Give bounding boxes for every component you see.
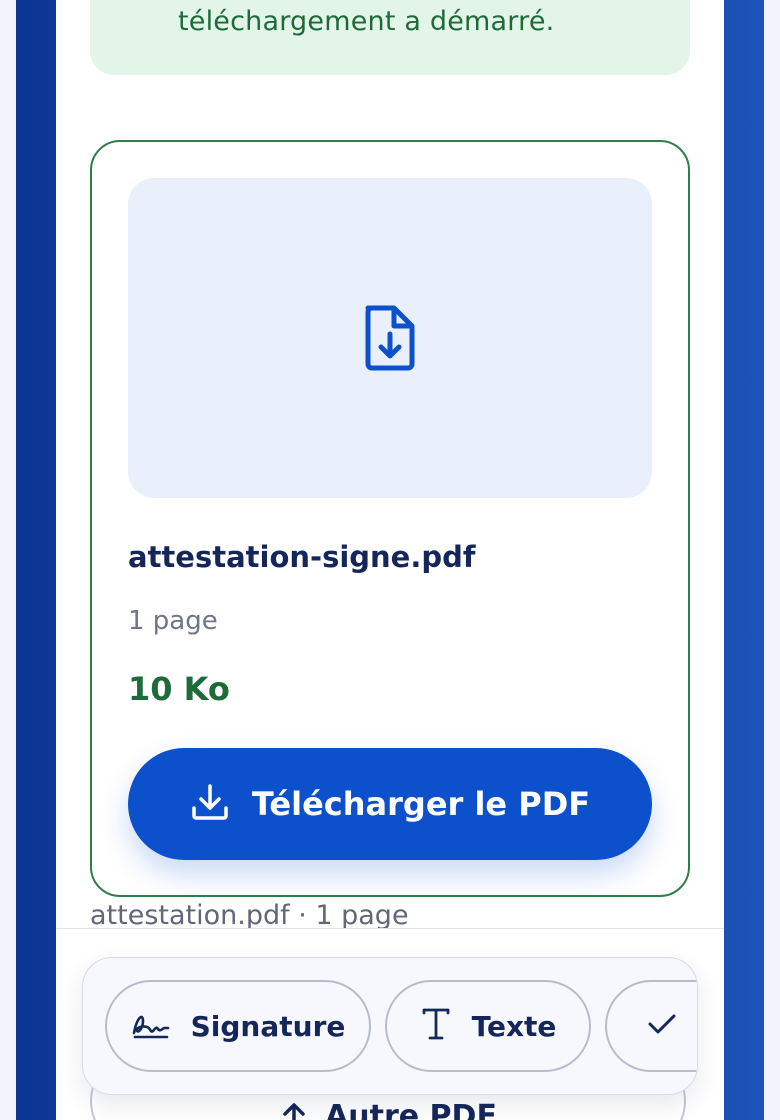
text-tool-label: Texte — [471, 1009, 557, 1043]
success-banner: téléchargement a démarré. — [90, 0, 690, 75]
check-icon — [647, 1012, 677, 1040]
check-tool-button[interactable] — [605, 980, 697, 1072]
text-tool-button[interactable]: Texte — [385, 980, 591, 1072]
editing-toolbar: Signature Texte — [82, 957, 698, 1095]
source-file-info: attestation.pdf · 1 page — [90, 900, 409, 931]
file-size: 10 Ko — [128, 670, 230, 708]
file-name: attestation-signe.pdf — [128, 540, 476, 574]
page-count: 1 page — [128, 606, 218, 636]
text-icon — [420, 1008, 452, 1044]
success-message: téléchargement a démarré. — [178, 6, 555, 37]
download-icon — [190, 782, 230, 826]
main-panel: téléchargement a démarré. attestation-si… — [56, 0, 724, 1120]
download-pdf-button[interactable]: Télécharger le PDF — [128, 748, 652, 860]
upload-arrow-icon — [279, 1099, 309, 1120]
signature-tool-label: Signature — [190, 1009, 346, 1043]
signature-icon — [131, 1009, 171, 1043]
download-button-label: Télécharger le PDF — [251, 785, 591, 823]
other-pdf-label: Autre PDF — [325, 1099, 497, 1120]
file-preview — [128, 178, 652, 498]
bottom-action-area: Autre PDF Signature Texte — [56, 928, 724, 1120]
result-card: attestation-signe.pdf 1 page 10 Ko Téléc… — [90, 140, 690, 897]
check-circle-icon — [122, 0, 148, 8]
signature-tool-button[interactable]: Signature — [105, 980, 371, 1072]
